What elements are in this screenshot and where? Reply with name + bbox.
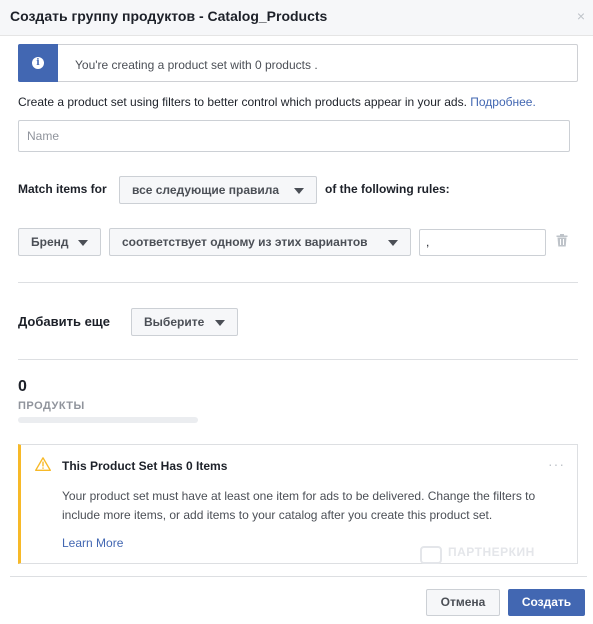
warning-title: This Product Set Has 0 Items	[62, 459, 228, 473]
dialog-header: Создать группу продуктов - Catalog_Produ…	[0, 0, 593, 36]
learn-more-link[interactable]: Подробнее.	[470, 95, 536, 109]
dialog-title: Создать группу продуктов - Catalog_Produ…	[10, 8, 328, 24]
chevron-down-icon	[388, 240, 398, 246]
watermark-logo-icon	[420, 546, 442, 564]
rule-operator-value: соответствует одному из этих вариантов	[122, 235, 368, 249]
product-count-label: ПРОДУКТЫ	[18, 400, 85, 412]
add-more-label: Добавить еще	[18, 314, 111, 329]
info-banner: i You're creating a product set with 0 p…	[18, 44, 578, 82]
chevron-down-icon	[78, 240, 88, 246]
create-button[interactable]: Создать	[508, 589, 585, 616]
cancel-button[interactable]: Отмена	[426, 589, 500, 616]
rule-value-text: ,	[426, 235, 430, 249]
rule-value-input[interactable]: ,	[419, 229, 546, 256]
match-rule-dropdown-value: все следующие правила	[132, 183, 280, 197]
warning-icon	[35, 457, 51, 471]
info-icon-box: i	[18, 44, 58, 82]
name-input[interactable]	[18, 120, 570, 152]
watermark-text: ПАРТНЕРКИН	[448, 545, 535, 559]
divider	[18, 359, 578, 360]
description: Create a product set using filters to be…	[18, 95, 536, 109]
following-rules-label: of the following rules:	[325, 182, 450, 196]
match-rule-dropdown[interactable]: все следующие правила	[119, 176, 317, 204]
chevron-down-icon	[294, 188, 304, 194]
footer-divider	[10, 576, 587, 577]
add-more-dropdown[interactable]: Выберите	[131, 308, 238, 336]
add-more-dropdown-value: Выберите	[144, 315, 205, 329]
info-icon: i	[32, 57, 44, 69]
product-count: 0	[18, 378, 27, 395]
match-items-label: Match items for	[18, 182, 107, 196]
divider	[18, 282, 578, 283]
rule-field-dropdown[interactable]: Бренд	[18, 228, 101, 256]
chevron-down-icon	[215, 320, 225, 326]
trash-icon[interactable]	[556, 234, 568, 247]
close-icon[interactable]: ×	[577, 9, 585, 23]
rule-operator-dropdown[interactable]: соответствует одному из этих вариантов	[109, 228, 411, 256]
warning-learn-more-link[interactable]: Learn More	[62, 536, 123, 550]
rule-field-value: Бренд	[31, 235, 69, 249]
warning-body: Your product set must have at least one …	[62, 489, 536, 522]
product-progress-bar	[18, 417, 198, 423]
more-options-icon[interactable]: ···	[548, 457, 565, 471]
info-banner-text: You're creating a product set with 0 pro…	[75, 58, 318, 72]
description-text: Create a product set using filters to be…	[18, 95, 467, 109]
